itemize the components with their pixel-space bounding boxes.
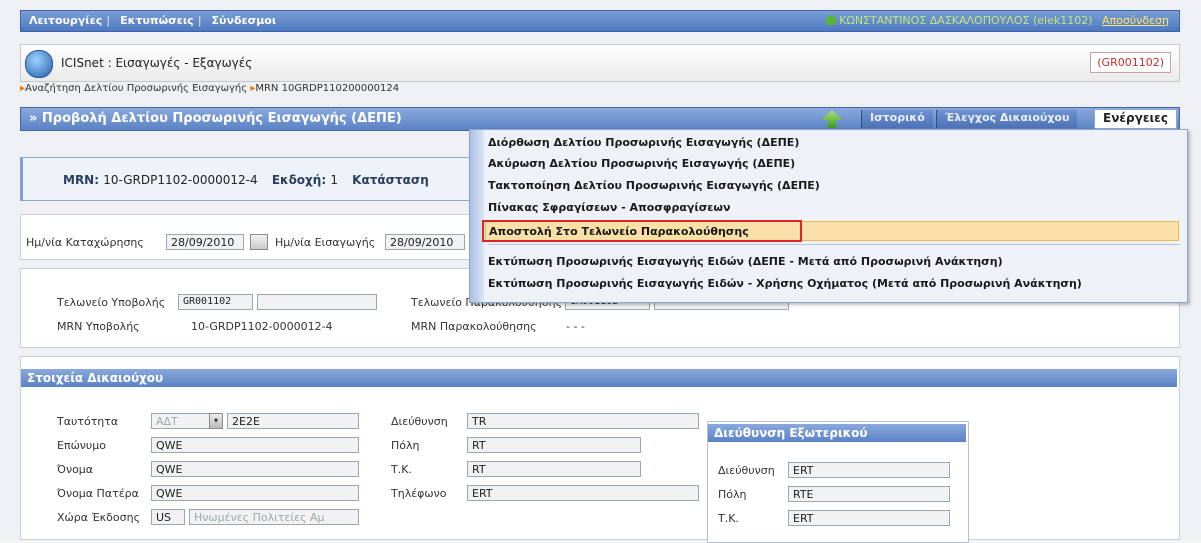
import-date-field[interactable]: 28/09/2010 (385, 234, 465, 250)
issuing-country-code-field[interactable]: US (151, 509, 185, 525)
actions-button[interactable]: Ενέργειες (1094, 109, 1177, 129)
city-label: Πόλη (391, 439, 420, 452)
foreign-city-label: Πόλη (718, 488, 747, 501)
app-header: ICISnet : Εισαγωγές - Εξαγωγές (GR001102… (20, 44, 1180, 82)
name-label: Όνομα (57, 463, 94, 476)
user-icon (826, 15, 837, 25)
zip-label: Τ.Κ. (391, 463, 412, 476)
calendar-icon[interactable] (250, 234, 268, 250)
menu-links[interactable]: Σύνδεσμοι (212, 14, 277, 27)
version-label: Εκδοχή: (271, 173, 327, 187)
menu-prints[interactable]: Εκτυπώσεις (120, 14, 194, 27)
registration-date-field[interactable]: 28/09/2010 (166, 234, 244, 250)
beneficiary-section-title: Στοιχεία Δικαιούχου (21, 369, 1177, 387)
user-name: ΚΩΝΣΤΑΝΤΙΝΟΣ ΔΑΣΚΑΛΟΠΟΥΛΟΣ (elek1102) (839, 14, 1093, 27)
registration-date-label: Ημ/νία Καταχώρησης (26, 236, 144, 249)
issuing-country-name-field: Ηνωμένες Πολιτείες Αμ (189, 509, 359, 525)
user-code-badge: (GR001102) (1090, 52, 1171, 73)
submission-mrn-label: MRN Υποβολής (57, 320, 140, 333)
page-title-bar: » Προβολή Δελτίου Προσωρινής Εισαγωγής (… (20, 107, 1180, 131)
menu-item-print-vehicle[interactable]: Εκτύπωση Προσωρινής Εισαγωγής Ειδών - Χρ… (488, 274, 1082, 294)
menu-item-print-import[interactable]: Εκτύπωση Προσωρινής Εισαγωγής Ειδών (ΔΕΠ… (488, 252, 1003, 272)
submission-office-field[interactable]: GR001102 (178, 294, 253, 310)
up-arrow-icon[interactable] (821, 110, 843, 128)
top-menu-bar: Λειτουργίες | Εκτυπώσεις | Σύνδεσμοι ΚΩΝΣΤ… (20, 10, 1180, 32)
menu-functions[interactable]: Λειτουργίες (29, 14, 102, 27)
foreign-address-title: Διεύθυνση Εξωτερικού (708, 424, 966, 442)
chevron-down-icon[interactable]: ▾ (209, 413, 223, 429)
beneficiary-panel: Στοιχεία Δικαιούχου Ταυτότητα ΑΔΤ ▾ 2E2E… (20, 356, 1180, 543)
menu-stripe (470, 130, 484, 302)
check-beneficiary-button[interactable]: Έλεγχος Δικαιούχου (936, 110, 1078, 128)
menu-item-cancel[interactable]: Ακύρωση Δελτίου Προσωρινής Εισαγωγής (ΔΕ… (488, 154, 795, 174)
surname-field[interactable]: QWE (151, 437, 359, 453)
menu-item-seals[interactable]: Πίνακας Σφραγίσεων - Αποσφραγίσεων (488, 198, 730, 218)
import-date-label: Ημ/νία Εισαγωγής (275, 236, 376, 249)
breadcrumb: ▸Αναζήτηση Δελτίου Προσωρινής Εισαγωγής … (20, 83, 400, 94)
menu-separator (488, 244, 1180, 245)
foreign-address-label: Διεύθυνση (718, 464, 775, 477)
mrn-label: MRN: (63, 173, 100, 187)
foreign-city-field[interactable]: RTE (788, 486, 950, 502)
father-name-label: Όνομα Πατέρα (57, 487, 139, 500)
phone-field[interactable]: ERT (467, 485, 699, 501)
phone-label: Τηλέφωνο (391, 487, 447, 500)
menu-item-settle[interactable]: Τακτοποίηση Δελτίου Προσωρινής Εισαγωγής… (488, 176, 820, 196)
actions-dropdown-menu: Διόρθωση Δελτίου Προσωρινής Εισαγωγής (Δ… (469, 129, 1188, 303)
version-value: 1 (330, 173, 338, 187)
address-field[interactable]: TR (467, 413, 699, 429)
foreign-address-field[interactable]: ERT (788, 462, 950, 478)
id-value-field[interactable]: 2E2E (227, 413, 359, 429)
page-title: » Προβολή Δελτίου Προσωρινής Εισαγωγής (… (29, 111, 402, 126)
submission-office-label: Τελωνείο Υποβολής (57, 296, 166, 309)
foreign-address-panel: Διεύθυνση Εξωτερικού Διεύθυνση ERT Πόλη … (707, 421, 969, 543)
menu-item-correct[interactable]: Διόρθωση Δελτίου Προσωρινής Εισαγωγής (Δ… (488, 133, 799, 153)
zip-field[interactable]: RT (467, 461, 641, 477)
foreign-zip-label: Τ.Κ. (718, 512, 739, 525)
submission-mrn-value: 10-GRDP1102-0000012-4 (191, 320, 333, 333)
address-label: Διεύθυνση (391, 415, 448, 428)
breadcrumb-mrn: MRN 10GRDP110200000124 (255, 83, 400, 94)
father-name-field[interactable]: QWE (151, 485, 359, 501)
issuing-country-label: Χώρα Έκδοσης (57, 511, 141, 524)
app-title: ICISnet : Εισαγωγές - Εξαγωγές (61, 56, 253, 70)
status-label: Κατάσταση (352, 173, 429, 187)
monitoring-mrn-label: MRN Παρακολούθησης (411, 320, 537, 333)
surname-label: Επώνυμο (57, 439, 107, 452)
logout-link[interactable]: Αποσύνδεση (1102, 14, 1169, 27)
history-button[interactable]: Ιστορικό (861, 110, 933, 128)
city-field[interactable]: RT (467, 437, 641, 453)
breadcrumb-search[interactable]: Αναζήτηση Δελτίου Προσωρινής Εισαγωγής (25, 83, 247, 94)
app-window: Λειτουργίες | Εκτυπώσεις | Σύνδεσμοι ΚΩΝΣΤ… (0, 0, 1201, 543)
icisnet-logo-icon (25, 50, 53, 78)
highlight-annotation-box (482, 220, 802, 242)
name-field[interactable]: QWE (151, 461, 359, 477)
monitoring-mrn-value: - - - (566, 320, 585, 333)
id-label: Ταυτότητα (57, 415, 119, 428)
foreign-zip-field[interactable]: ERT (788, 510, 950, 526)
submission-office-name-field (257, 294, 377, 310)
mrn-value: 10-GRDP1102-0000012-4 (103, 173, 258, 187)
